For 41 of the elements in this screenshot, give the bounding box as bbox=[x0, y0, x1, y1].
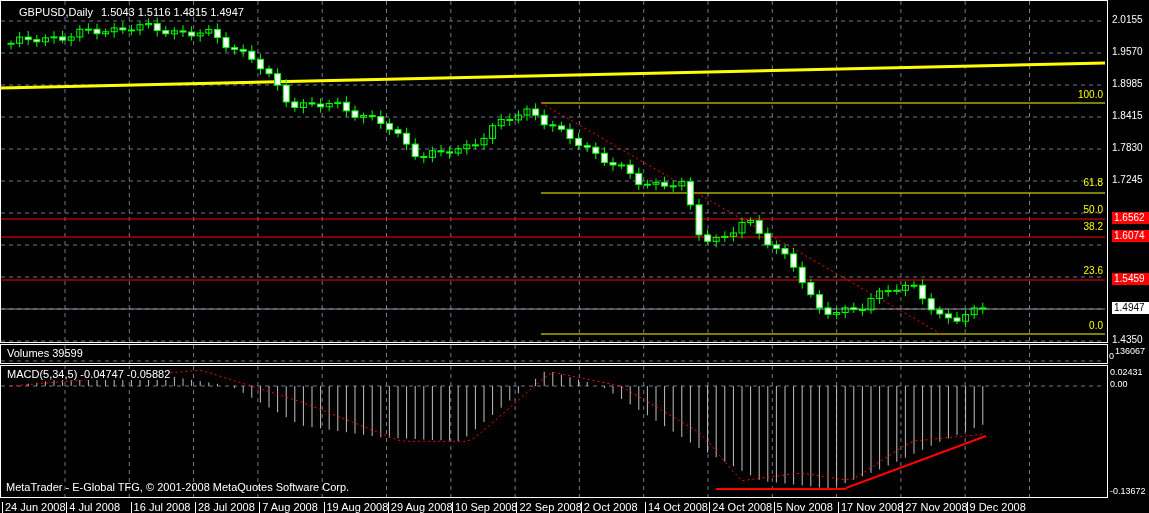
date-axis-label: 24 Oct 2008 bbox=[709, 502, 773, 513]
macd-scale-label: 0.02431 bbox=[1110, 368, 1143, 377]
fibonacci-level-label: 100.0 bbox=[1077, 90, 1103, 100]
fibonacci-level-label: 0.0 bbox=[1089, 321, 1103, 331]
price-axis-label: 1.8415 bbox=[1112, 111, 1143, 121]
price-axis-label: 1.7245 bbox=[1112, 175, 1143, 185]
date-axis-label: 5 Nov 2008 bbox=[773, 502, 833, 513]
macd-label: MACD(5,34,5) -0.04747 -0.05882 bbox=[7, 369, 171, 380]
fibonacci-level-label: 61.8 bbox=[1083, 178, 1103, 188]
price-axis-label: 2.0155 bbox=[1112, 15, 1143, 25]
fibonacci-level-label: 23.6 bbox=[1083, 266, 1103, 276]
date-axis-label: 27 Nov 2008 bbox=[902, 502, 968, 513]
fibonacci-level-label: 50.0 bbox=[1083, 205, 1103, 215]
date-axis-label: 7 Aug 2008 bbox=[259, 502, 318, 513]
price-axis-label: 1.7830 bbox=[1112, 143, 1143, 153]
ohlc-values: 1.5043 1.5116 1.4815 1.4947 bbox=[100, 7, 244, 18]
date-axis-label: 22 Sep 2008 bbox=[516, 502, 582, 513]
volume-scale-min: 0 bbox=[1109, 352, 1114, 361]
volumes-label: Volumes 39599 bbox=[7, 348, 83, 359]
date-axis-label: 4 Jul 2008 bbox=[66, 502, 121, 513]
date-axis-label: 9 Dec 2008 bbox=[966, 502, 1026, 513]
date-axis-label: 2 Oct 2008 bbox=[580, 502, 638, 513]
volume-scale-max: 136067 bbox=[1115, 347, 1146, 356]
price-marker: 1.5459 bbox=[1112, 273, 1149, 285]
date-axis-label: 29 Aug 2008 bbox=[387, 502, 453, 513]
date-axis-label: 16 Jul 2008 bbox=[130, 502, 191, 513]
date-axis-label: 24 Jun 2008 bbox=[2, 502, 66, 513]
copyright-text: MetaTrader - E-Global TFG, © 2001-2008 MetaQuotes Software Corp. bbox=[6, 482, 350, 493]
fibonacci-level-label: 38.2 bbox=[1083, 222, 1103, 232]
date-axis-label: 14 Oct 2008 bbox=[645, 502, 708, 513]
date-axis-label: 19 Aug 2008 bbox=[323, 502, 389, 513]
price-axis-label: 1.9570 bbox=[1112, 47, 1143, 57]
price-marker: 1.4947 bbox=[1112, 302, 1149, 314]
date-axis-label: 28 Jul 2008 bbox=[194, 502, 255, 513]
symbol-label: GBPUSD,Daily bbox=[19, 7, 93, 18]
price-axis-label: 1.4350 bbox=[1112, 335, 1143, 345]
price-marker: 1.6074 bbox=[1112, 230, 1149, 242]
price-marker: 1.6562 bbox=[1112, 212, 1149, 224]
price-axis-label: 1.8985 bbox=[1112, 79, 1143, 89]
macd-scale-label: -0.13672 bbox=[1110, 487, 1146, 496]
macd-scale-label: 0.00 bbox=[1110, 380, 1128, 389]
